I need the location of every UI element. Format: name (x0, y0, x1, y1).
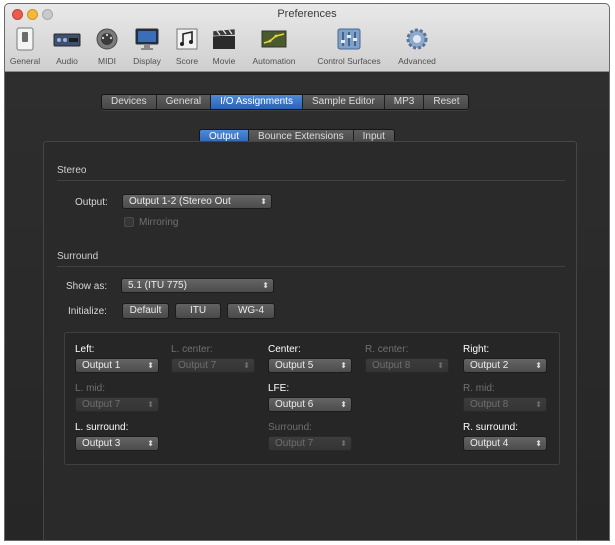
movie-clapper-icon (212, 28, 236, 49)
toolbar-item-display[interactable]: Display (127, 26, 167, 66)
mirroring-checkbox[interactable] (124, 217, 134, 227)
stereo-output-popup[interactable]: Output 1-2 (Stereo Out ⬍ (122, 194, 272, 209)
r-surround-channel-label: R. surround: (463, 422, 519, 433)
tab-devices[interactable]: Devices (102, 95, 157, 109)
left-channel-label: Left: (75, 344, 95, 355)
tab-general[interactable]: General (157, 95, 212, 109)
show-as-popup[interactable]: 5.1 (ITU 775) ⬍ (121, 278, 274, 293)
stereo-output-label: Output: (75, 197, 108, 208)
l-center-channel-popup[interactable]: Output 7 ⬍ (171, 358, 255, 373)
audio-tabs: Devices General I/O Assignments Sample E… (101, 94, 470, 110)
surround-channel-grid: Left: Output 1 ⬍ L. center: Output 7 ⬍ Cen… (64, 332, 560, 465)
l-mid-channel-label: L. mid: (75, 383, 106, 394)
toolbar-item-control-surfaces[interactable]: Control Surfaces (309, 26, 389, 66)
l-surround-channel-popup[interactable]: Output 3 ⬍ (75, 436, 159, 451)
title-bar: Preferences General Audio MIDI Display S… (5, 4, 609, 72)
r-mid-channel-popup[interactable]: Output 8 ⬍ (463, 397, 547, 412)
right-channel-popup[interactable]: Output 2 ⬍ (463, 358, 547, 373)
tab-mp3[interactable]: MP3 (385, 95, 425, 109)
tab-sample-editor[interactable]: Sample Editor (303, 95, 385, 109)
popup-arrows-icon: ⬍ (262, 281, 269, 290)
initialize-wg4-button[interactable]: WG-4 (227, 303, 275, 319)
right-channel-label: Right: (463, 344, 490, 355)
surround-channel-label: Surround: (268, 422, 312, 433)
center-channel-popup[interactable]: Output 5 ⬍ (268, 358, 352, 373)
r-center-channel-popup[interactable]: Output 8 ⬍ (365, 358, 449, 373)
initialize-default-button[interactable]: Default (122, 303, 169, 319)
surround-divider (57, 266, 565, 267)
audio-interface-icon (53, 33, 81, 47)
toolbar-item-score[interactable]: Score (171, 26, 203, 66)
l-center-channel-label: L. center: (171, 344, 213, 355)
popup-arrows-icon: ⬍ (260, 197, 267, 206)
r-center-channel-label: R. center: (365, 344, 409, 355)
l-surround-channel-label: L. surround: (75, 422, 129, 433)
tab-reset[interactable]: Reset (424, 95, 468, 109)
preferences-content: Devices General I/O Assignments Sample E… (5, 73, 609, 540)
window-title: Preferences (277, 8, 337, 20)
lfe-channel-popup[interactable]: Output 6 ⬍ (268, 397, 352, 412)
display-monitor-icon (135, 28, 159, 50)
toolbar-item-advanced[interactable]: Advanced (393, 26, 441, 66)
preferences-window: Preferences General Audio MIDI Display S… (4, 3, 610, 541)
surround-channel-popup[interactable]: Output 7 ⬍ (268, 436, 352, 451)
mirroring-label: Mirroring (139, 217, 179, 228)
toolbar-item-midi[interactable]: MIDI (91, 26, 123, 66)
general-switch-icon (16, 27, 34, 51)
left-channel-popup[interactable]: Output 1 ⬍ (75, 358, 159, 373)
score-notes-icon (176, 28, 198, 50)
r-mid-channel-label: R. mid: (463, 383, 495, 394)
r-surround-channel-popup[interactable]: Output 4 ⬍ (463, 436, 547, 451)
lfe-channel-label: LFE: (268, 383, 290, 394)
l-mid-channel-popup[interactable]: Output 7 ⬍ (75, 397, 159, 412)
toolbar-item-audio[interactable]: Audio (47, 26, 87, 66)
output-panel: Stereo Output: Output 1-2 (Stereo Out ⬍ … (43, 141, 577, 540)
toolbar-item-general[interactable]: General (7, 26, 43, 66)
midi-connector-icon (96, 28, 118, 50)
surround-section-header: Surround (57, 251, 99, 262)
stereo-divider (57, 180, 565, 181)
center-channel-label: Center: (268, 344, 301, 355)
control-surface-faders-icon (337, 28, 361, 50)
initialize-itu-button[interactable]: ITU (175, 303, 221, 319)
toolbar-item-automation[interactable]: Automation (245, 26, 303, 66)
automation-curve-icon (261, 30, 287, 48)
stereo-section-header: Stereo (57, 165, 87, 176)
advanced-gear-icon (406, 28, 428, 50)
toolbar-item-movie[interactable]: Movie (207, 26, 241, 66)
tab-io-assignments[interactable]: I/O Assignments (211, 95, 303, 109)
show-as-label: Show as: (66, 281, 108, 292)
initialize-label: Initialize: (68, 306, 107, 317)
